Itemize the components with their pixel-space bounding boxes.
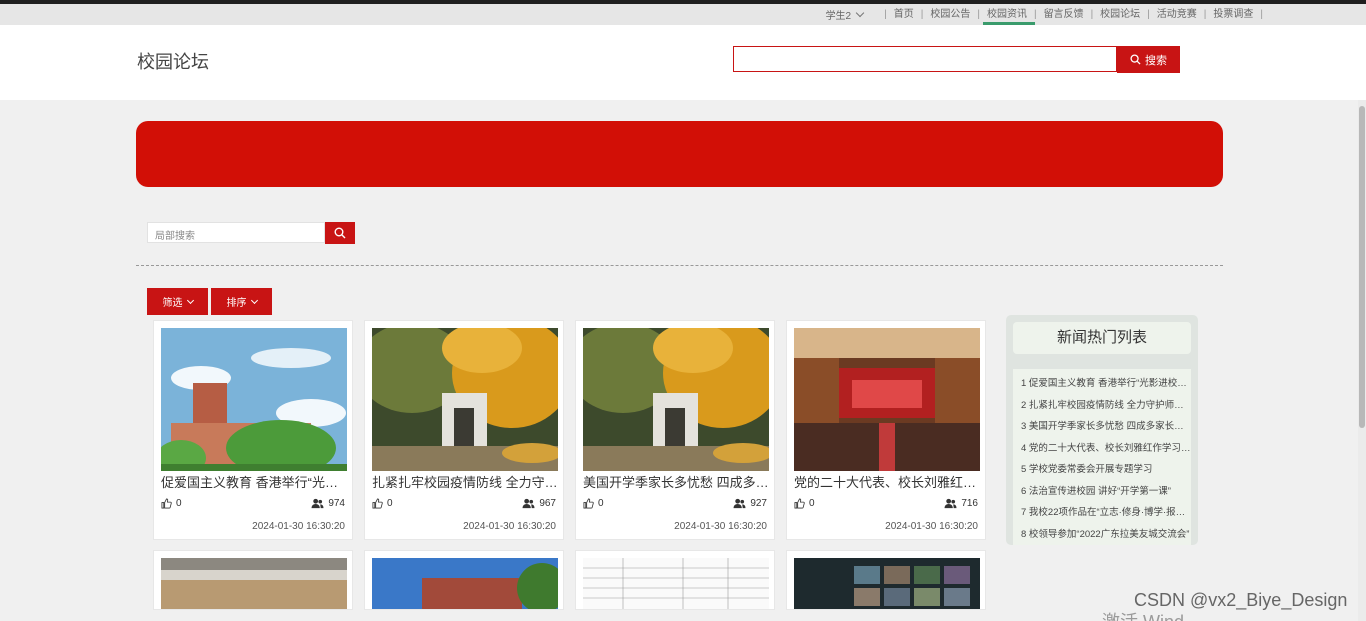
users-icon [944,498,957,509]
list-item[interactable]: 4 党的二十大代表、校长刘雅红作学习宣讲报告 [1013,438,1191,460]
user-menu[interactable]: 学生2 [825,7,865,22]
section-divider [136,265,1223,266]
view-count: 974 [328,498,345,509]
news-date: 2024-01-30 16:30:20 [252,521,345,532]
hot-news-title: 新闻热门列表 [1013,322,1191,354]
nav-separator: | [1090,9,1094,20]
news-card[interactable] [364,550,564,610]
nav-separator: | [977,9,980,20]
like-count: 0 [809,498,815,509]
site-title[interactable]: 校园论坛 [137,48,209,74]
like-count: 0 [176,498,182,509]
news-image[interactable] [794,328,980,471]
nav-separator: | [920,9,924,20]
nav-separator: | [1147,9,1150,20]
news-card[interactable] [575,550,775,610]
view-count: 927 [750,498,767,509]
news-image[interactable] [794,558,980,609]
news-title[interactable]: 党的二十大代表、校长刘雅红作学习宣讲报告 [794,472,980,491]
view-counter: 967 [522,498,556,509]
search-icon [334,227,346,239]
filter-label: 筛选 [162,298,183,309]
thumbs-up-icon [583,498,594,509]
like-counter[interactable]: 0 [583,498,604,509]
chevron-down-icon [855,8,865,18]
nav-announcements[interactable]: 校园公告 [930,4,970,25]
site-header: 校园论坛 搜索 [0,25,1366,100]
news-card[interactable] [153,550,353,610]
filter-button[interactable]: 筛选 [147,288,208,315]
nav-votes[interactable]: 投票调查 [1213,4,1253,25]
news-title[interactable]: 美国开学季家长多忧愁 四成多家长担心校园安全 [583,472,769,491]
like-counter[interactable]: 0 [161,498,182,509]
nav-campus-news[interactable]: 校园资讯 [982,4,1035,25]
list-item[interactable]: 1 促爱国主义教育 香港举行“光影进校园”系列活动 [1013,373,1191,395]
like-count: 0 [387,498,393,509]
view-counter: 927 [733,498,767,509]
local-search-input[interactable]: 局部搜索 [147,222,325,243]
nav-separator: | [1203,9,1207,20]
news-card[interactable]: 美国开学季家长多忧愁 四成多家长担心校园安全 0 927 2024-01-30 … [575,320,775,540]
nav-home[interactable]: 首页 [894,4,914,25]
news-title[interactable]: 扎紧扎牢校园疫情防线 全力守护师生健康 [372,472,558,491]
nav-feedback[interactable]: 留言反馈 [1044,4,1084,25]
news-image[interactable] [161,558,347,609]
chevron-down-icon [250,296,258,304]
news-card[interactable] [786,550,986,610]
news-card[interactable]: 扎紧扎牢校园疫情防线 全力守护师生健康 0 967 2024-01-30 16:… [364,320,564,540]
page-scrollbar[interactable] [1358,100,1366,621]
search-input[interactable] [733,46,1117,72]
watermark: CSDN @vx2_Biye_Design [1134,590,1348,610]
news-date: 2024-01-30 16:30:20 [885,521,978,532]
hot-news-panel: 新闻热门列表 1 促爱国主义教育 香港举行“光影进校园”系列活动 2 扎紧扎牢校… [1006,315,1198,545]
thumbs-up-icon [794,498,805,509]
search-icon [1130,54,1141,65]
users-icon [522,498,535,509]
list-item[interactable]: 3 美国开学季家长多忧愁 四成多家长担心校园安全 [1013,416,1191,438]
news-image[interactable] [372,558,558,609]
thumbs-up-icon [372,498,383,509]
news-image[interactable] [372,328,558,471]
sort-label: 排序 [226,298,247,309]
view-counter: 716 [944,498,978,509]
users-icon [311,498,324,509]
scrollbar-thumb[interactable] [1359,106,1365,428]
search-button[interactable]: 搜索 [1117,46,1180,73]
news-date: 2024-01-30 16:30:20 [674,521,767,532]
chevron-down-icon [186,296,194,304]
list-item[interactable]: 6 法治宣传进校园 讲好“开学第一课” [1013,481,1191,503]
nav-separator: | [1033,9,1037,20]
view-count: 716 [961,498,978,509]
top-navigation: 学生2 | 首页 | 校园公告 | 校园资讯 | 留言反馈 | 校园论坛 | 活… [0,4,1366,25]
list-item[interactable]: 2 扎紧扎牢校园疫情防线 全力守护师生健康 [1013,395,1191,417]
nav-competitions[interactable]: 活动竞赛 [1157,4,1197,25]
like-counter[interactable]: 0 [794,498,815,509]
thumbs-up-icon [161,498,172,509]
top-nav-items: 学生2 | 首页 | 校园公告 | 校园资讯 | 留言反馈 | 校园论坛 | 活… [826,4,1270,25]
view-counter: 974 [311,498,345,509]
like-counter[interactable]: 0 [372,498,393,509]
news-title[interactable]: 促爱国主义教育 香港举行“光影进校园”系列活动 [161,472,347,491]
news-card[interactable]: 党的二十大代表、校长刘雅红作学习宣讲报告 0 716 2024-01-30 16… [786,320,986,540]
banner [136,121,1223,187]
nav-separator: | [1260,9,1263,20]
news-image[interactable] [583,328,769,471]
list-item[interactable]: 8 校领导参加“2022广东拉美友城交流会” [1013,524,1191,546]
news-date: 2024-01-30 16:30:20 [463,521,556,532]
list-item[interactable]: 7 我校22项作品在“立志·修身·博学·报国”评选中获奖 [1013,502,1191,524]
local-search-button[interactable] [325,222,355,244]
like-count: 0 [598,498,604,509]
sort-button[interactable]: 排序 [211,288,272,315]
hot-news-list: 1 促爱国主义教育 香港举行“光影进校园”系列活动 2 扎紧扎牢校园疫情防线 全… [1013,369,1191,545]
news-image[interactable] [583,558,769,609]
list-item[interactable]: 5 学校党委常委会开展专题学习 [1013,459,1191,481]
users-icon [733,498,746,509]
nav-forum[interactable]: 校园论坛 [1100,4,1140,25]
search-button-label: 搜索 [1145,54,1167,67]
news-image[interactable] [161,328,347,471]
view-count: 967 [539,498,556,509]
nav-separator: | [884,9,887,20]
news-card[interactable]: 促爱国主义教育 香港举行“光影进校园”系列活动 0 974 2024-01-30… [153,320,353,540]
user-name: 学生2 [825,11,852,22]
